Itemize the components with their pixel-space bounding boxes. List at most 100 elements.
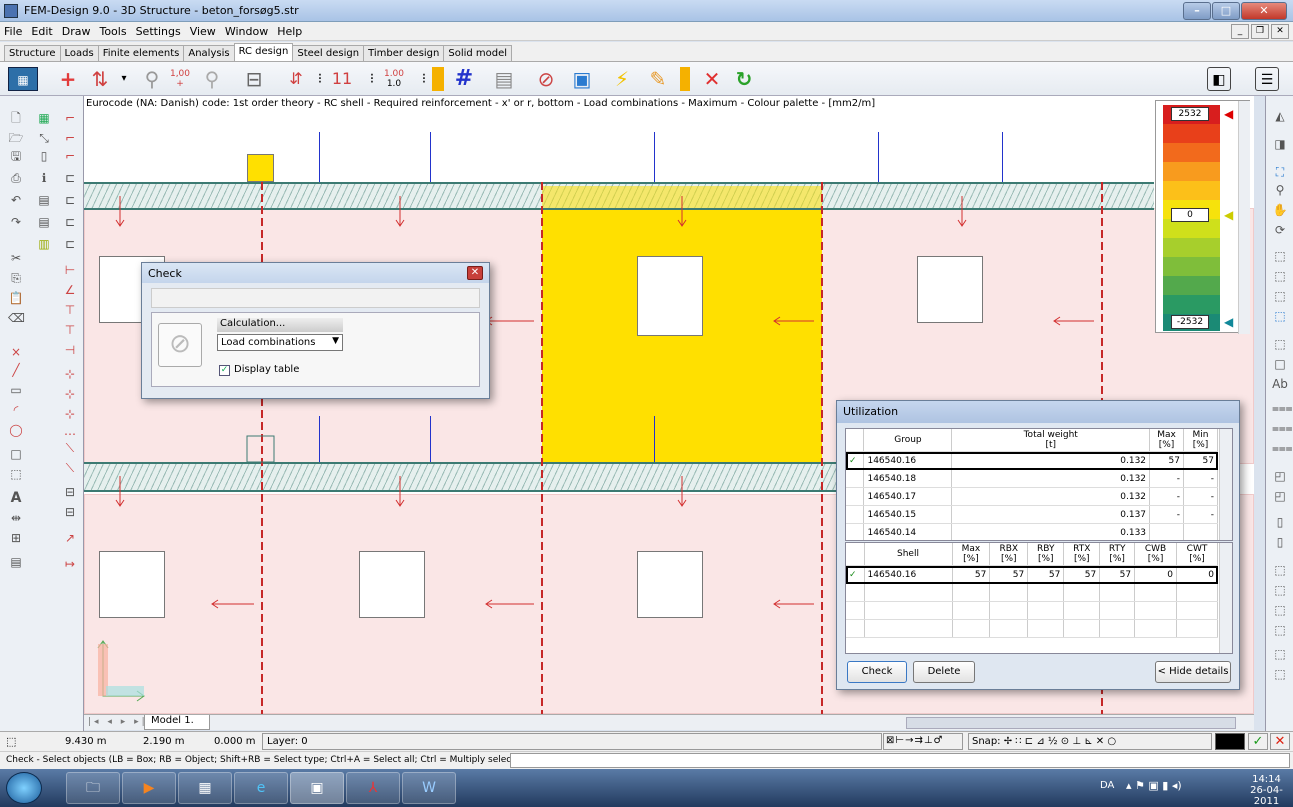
view-icon[interactable]: ⬚ xyxy=(6,735,16,748)
mirror-icon[interactable]: ⊤ xyxy=(62,302,78,318)
cancel-icon[interactable]: ✕ xyxy=(1270,733,1290,750)
support-icon[interactable]: ⚲ xyxy=(140,67,164,91)
copy-array-icon[interactable]: ⊟ xyxy=(62,504,78,520)
redo-icon[interactable]: ↷ xyxy=(8,214,24,230)
align-d-icon[interactable]: ⊏ xyxy=(62,236,78,252)
calculator-app-icon[interactable]: ▦ xyxy=(178,772,232,804)
render-c-icon[interactable]: ▯ xyxy=(1272,514,1288,530)
media-player-icon[interactable]: ▶ xyxy=(122,772,176,804)
menu-tools[interactable]: Tools xyxy=(99,25,126,38)
legend-mid-marker-icon[interactable]: ◀ xyxy=(1224,208,1233,222)
calc-small-icon[interactable]: ▥ xyxy=(36,236,52,252)
group-table-scrollbar[interactable] xyxy=(1219,429,1232,540)
box-icon[interactable]: □ xyxy=(8,446,24,462)
mdi-minimize-button[interactable]: _ xyxy=(1231,24,1249,39)
rectangle-icon[interactable]: ▭ xyxy=(8,382,24,398)
one-one-icon[interactable]: 11 xyxy=(330,67,354,91)
render-j-icon[interactable]: ⬚ xyxy=(1272,666,1288,682)
tab-steel-design[interactable]: Steel design xyxy=(292,45,365,61)
palette-bar-icon[interactable] xyxy=(680,67,690,91)
view-iso-icon[interactable]: ⬚ xyxy=(1272,248,1288,264)
table-row[interactable]: ✓ 146540.16 0.132 57 57 xyxy=(846,451,1218,470)
check-button[interactable]: Check xyxy=(847,661,907,683)
swap-arrows-icon[interactable]: ⇅ xyxy=(88,67,112,91)
table-row[interactable]: 146540.18 0.132 - - xyxy=(846,469,1218,488)
break-icon[interactable]: ⊹ xyxy=(62,406,78,422)
menu-help[interactable]: Help xyxy=(277,25,302,38)
render-e-icon[interactable]: ⬚ xyxy=(1272,562,1288,578)
minimize-button[interactable]: – xyxy=(1183,2,1211,20)
tab-loads[interactable]: Loads xyxy=(59,45,99,61)
shell-table-scrollbar[interactable] xyxy=(1219,543,1232,653)
table-row[interactable]: 146540.17 0.132 - - xyxy=(846,487,1218,506)
draw-tools-icons[interactable]: ⊠⊢→⇉⊥♂ xyxy=(883,733,963,750)
menu-settings[interactable]: Settings xyxy=(136,25,181,38)
fillet-icon[interactable]: ⟍ xyxy=(62,440,78,456)
view-top-icon[interactable]: ⬚ xyxy=(1272,336,1288,352)
dimension-z-icon[interactable]: ⩶ xyxy=(1272,440,1293,456)
legend-mid[interactable]: 0 xyxy=(1171,208,1209,222)
load-type-select[interactable]: Load combinations ▼ xyxy=(217,334,343,351)
render-d-icon[interactable]: ▯ xyxy=(1272,534,1288,550)
sheet-nav-icons[interactable]: |◂ ◂ ▸ ▸| xyxy=(88,717,148,727)
menu-edit[interactable]: Edit xyxy=(31,25,52,38)
table-row[interactable]: 146540.15 0.137 - - xyxy=(846,505,1218,524)
menu-window[interactable]: Window xyxy=(225,25,268,38)
table-insert-icon[interactable]: ⊞ xyxy=(8,530,24,546)
legend-scrollbar[interactable] xyxy=(1238,101,1250,334)
node-icon[interactable]: ⌐ xyxy=(62,110,78,126)
browser-icon[interactable]: e xyxy=(234,772,288,804)
move-icon[interactable]: ⊢ xyxy=(62,262,78,278)
dimension-icon[interactable]: ⇹ xyxy=(8,510,24,526)
display-table-checkbox[interactable]: ✓ xyxy=(219,365,230,376)
legend-max-marker-icon[interactable]: ◀ xyxy=(1224,107,1233,121)
grid-icon[interactable]: # xyxy=(452,67,476,91)
legend-min-marker-icon[interactable]: ◀ xyxy=(1224,315,1233,329)
view-iso-c-icon[interactable]: ⬚ xyxy=(1272,288,1288,304)
scale-icon[interactable]: ↗ xyxy=(62,530,78,546)
tab-rc-design[interactable]: RC design xyxy=(233,43,294,61)
menu-draw[interactable]: Draw xyxy=(62,25,91,38)
pdf-reader-icon[interactable]: ⅄ xyxy=(346,772,400,804)
horizontal-scrollbar[interactable] xyxy=(906,717,1236,729)
view-back-icon[interactable]: ◨ xyxy=(1272,136,1288,152)
view-iso-b-icon[interactable]: ⬚ xyxy=(1272,268,1288,284)
pan-icon[interactable]: ✋ xyxy=(1272,202,1288,218)
zoom-icon[interactable]: ⚲ xyxy=(200,67,224,91)
page-icon[interactable]: ▤ xyxy=(36,192,52,208)
mdi-restore-button[interactable]: ❐ xyxy=(1251,24,1269,39)
mdi-close-button[interactable]: ✕ xyxy=(1271,24,1289,39)
render-g-icon[interactable]: ⬚ xyxy=(1272,602,1288,618)
start-button[interactable] xyxy=(6,772,42,804)
new-file-icon[interactable]: 🗋 xyxy=(8,110,24,126)
doc-icon[interactable]: ▯ xyxy=(36,148,52,164)
offset-icon[interactable]: ⊤ xyxy=(62,322,78,338)
explorer-icon[interactable]: 🗀 xyxy=(66,772,120,804)
render-h-icon[interactable]: ⬚ xyxy=(1272,622,1288,638)
color-bar-icon[interactable] xyxy=(432,67,444,91)
undo-icon[interactable]: ↶ xyxy=(8,192,24,208)
confirm-icon[interactable]: ✓ xyxy=(1248,733,1268,750)
pen-icon[interactable]: ✎ xyxy=(646,67,670,91)
lightning-icon[interactable]: ⚡ xyxy=(610,67,634,91)
scale-num-b[interactable]: 1.00 1.0 xyxy=(382,67,406,91)
label-icon[interactable]: Ab xyxy=(1272,376,1288,392)
delete-button[interactable]: Delete xyxy=(913,661,975,683)
node-b-icon[interactable]: ⌐ xyxy=(62,130,78,146)
dimension-x-icon[interactable]: ⩶ xyxy=(1272,400,1293,416)
calculator-icon[interactable]: ▦ xyxy=(8,67,38,91)
snap-tools[interactable]: Snap: ✢ ∷ ⊏ ⊿ ½ ⊙ ⊥ ⊾ ✕ ○ xyxy=(968,733,1212,750)
open-file-icon[interactable]: 🗁 xyxy=(8,130,24,146)
orbit-icon[interactable]: ⟳ xyxy=(1272,222,1288,238)
refresh-icon[interactable]: ↻ xyxy=(732,67,756,91)
list-icon[interactable]: ▤ xyxy=(8,554,24,570)
grid-small-icon[interactable]: ▦ xyxy=(36,110,52,126)
language-indicator[interactable]: DA xyxy=(1100,780,1114,791)
print-icon[interactable]: ⎙ xyxy=(8,170,24,186)
tab-solid-model[interactable]: Solid model xyxy=(443,45,513,61)
delete-icon[interactable]: ✕ xyxy=(700,67,724,91)
text-icon[interactable]: A xyxy=(8,490,24,506)
split-icon[interactable]: ⊹ xyxy=(62,386,78,402)
cut-icon[interactable]: ✂ xyxy=(8,250,24,266)
beam-icon[interactable]: ⊟ xyxy=(242,67,266,91)
